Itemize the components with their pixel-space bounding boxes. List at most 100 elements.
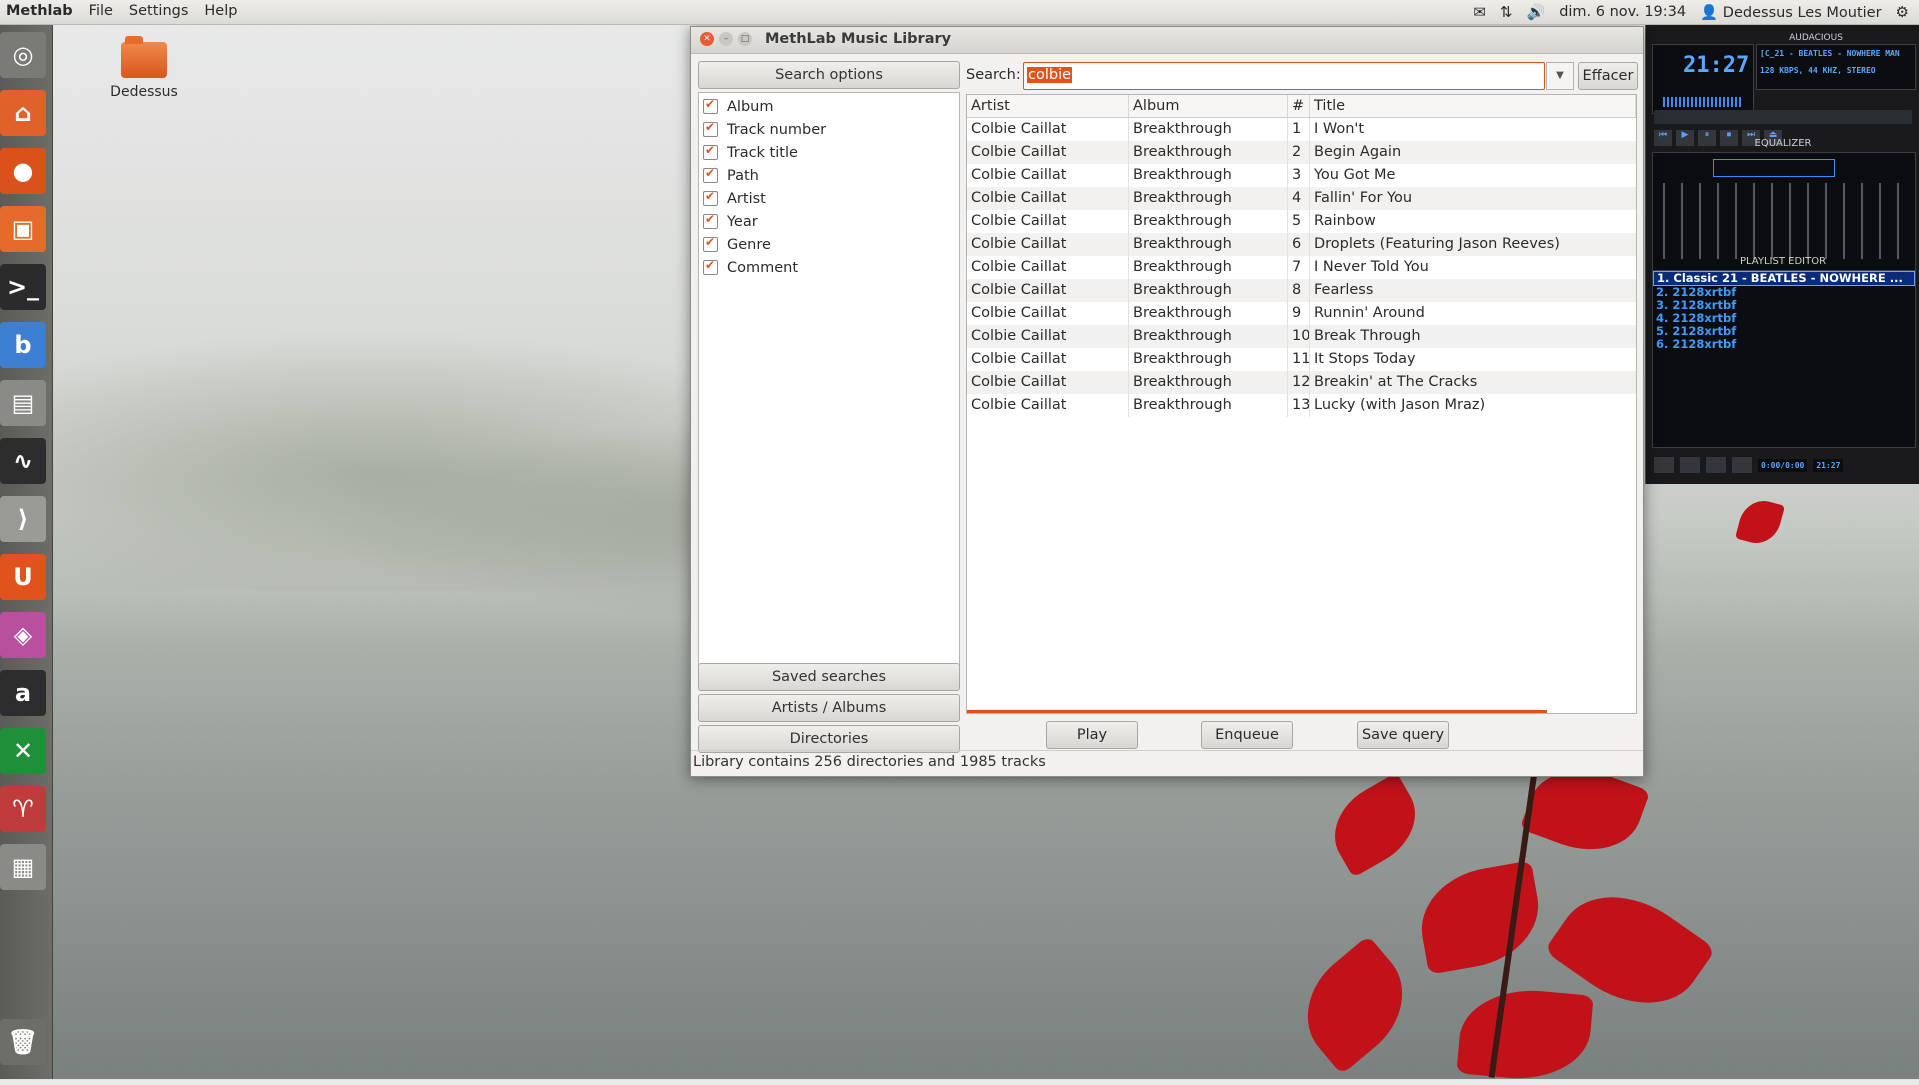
spreadsheet-icon[interactable]: ✕ (0, 728, 46, 774)
table-row[interactable]: Colbie Caillat Breakthrough 5 Rainbow (967, 210, 1636, 233)
user-menu[interactable]: 👤 Dedessus Les Moutier (1700, 4, 1881, 21)
search-input[interactable]: colbie (1023, 62, 1545, 90)
search-options-button[interactable]: Search options (698, 61, 960, 89)
search-option-label: Path (727, 167, 759, 184)
track-title: Break Through (1314, 328, 1421, 344)
firefox-icon[interactable]: ● (0, 148, 46, 194)
network-icon[interactable]: ⇅ (1500, 3, 1513, 21)
search-option[interactable]: Path (699, 164, 959, 187)
trash-icon[interactable]: 🗑 (0, 1019, 46, 1065)
equalizer-sliders[interactable] (1663, 183, 1903, 259)
playlist-item[interactable]: 6. 2128xrtbf (1653, 338, 1915, 351)
checkbox[interactable] (703, 189, 718, 206)
remote-desktop-icon[interactable]: ⟩ (0, 496, 46, 542)
track-title: Begin Again (1314, 144, 1402, 160)
save-query-button[interactable]: Save query (1357, 721, 1449, 749)
checkbox[interactable] (703, 235, 718, 252)
track-artist: Colbie Caillat (967, 164, 1129, 187)
amazon-icon[interactable]: a (0, 670, 46, 716)
table-row[interactable]: Colbie Caillat Breakthrough 6 Droplets (Fea… (967, 233, 1636, 256)
table-row[interactable]: Colbie Caillat Breakthrough 4 Fallin' For Y… (967, 187, 1636, 210)
home-folder-icon[interactable]: ⌂ (0, 90, 46, 136)
table-row[interactable]: Colbie Caillat Breakthrough 2 Begin Again (967, 141, 1636, 164)
table-row[interactable]: Colbie Caillat Breakthrough 10 Break Throug… (967, 325, 1636, 348)
column-header-album[interactable]: Album (1129, 95, 1288, 117)
checkbox[interactable] (703, 212, 718, 229)
dash-icon[interactable]: ◎ (0, 32, 46, 78)
maximize-icon[interactable]: □ (738, 32, 752, 46)
search-option[interactable]: Comment (699, 256, 959, 279)
menu-settings[interactable]: Settings (129, 3, 188, 19)
search-option-label: Track number (727, 121, 827, 138)
search-option[interactable]: Artist (699, 187, 959, 210)
mail-icon[interactable]: ✉ (1473, 3, 1486, 21)
search-option[interactable]: Track number (699, 118, 959, 141)
title-bar[interactable]: ✕ – □ MethLab Music Library (691, 27, 1643, 54)
search-option-label: Genre (727, 236, 771, 253)
search-input-value: colbie (1027, 67, 1073, 83)
menu-help[interactable]: Help (204, 3, 237, 19)
misc-options-icon[interactable] (1732, 457, 1752, 473)
checkbox[interactable] (703, 166, 718, 183)
playlist-item[interactable]: 1. Classic 21 - BEATLES - NOWHERE ... (1653, 271, 1915, 286)
status-bar: Library contains 256 directories and 198… (693, 754, 1046, 770)
table-row[interactable]: Colbie Caillat Breakthrough 1 I Won't (967, 118, 1636, 141)
track-number: 13 (1288, 394, 1310, 417)
clear-button[interactable]: Effacer (1578, 62, 1638, 90)
play-button[interactable]: Play (1046, 721, 1138, 749)
table-row[interactable]: Colbie Caillat Breakthrough 13 Lucky (with … (967, 394, 1636, 417)
volume-icon[interactable]: 🔊 (1527, 3, 1546, 21)
saved-searches-button[interactable]: Saved searches (698, 663, 960, 691)
desktop-folder[interactable]: Dedessus (104, 36, 184, 100)
software-center-icon[interactable]: ▣ (0, 206, 46, 252)
app-icon[interactable]: ◈ (0, 612, 46, 658)
workspace-switcher-icon[interactable]: ▦ (0, 844, 46, 890)
menu-file[interactable]: File (89, 3, 113, 19)
table-row[interactable]: Colbie Caillat Breakthrough 12 Breakin' at … (967, 371, 1636, 394)
stream-info: 128 KBPS, 44 KHZ, STEREO (1760, 66, 1876, 75)
checkbox[interactable] (703, 143, 718, 160)
artists-albums-button[interactable]: Artists / Albums (698, 694, 960, 722)
gear-icon[interactable]: ⚙ (1896, 3, 1909, 21)
table-row[interactable]: Colbie Caillat Breakthrough 7 I Never Told … (967, 256, 1636, 279)
document-viewer-icon[interactable]: ▤ (0, 380, 46, 426)
table-row[interactable]: Colbie Caillat Breakthrough 9 Runnin' Aroun… (967, 302, 1636, 325)
close-icon[interactable]: ✕ (700, 32, 714, 46)
remove-file-icon[interactable] (1680, 457, 1700, 473)
table-row[interactable]: Colbie Caillat Breakthrough 11 It Stops Tod… (967, 348, 1636, 371)
terminal-icon[interactable]: >_ (0, 264, 46, 310)
add-file-icon[interactable] (1654, 457, 1674, 473)
track-artist: Colbie Caillat (967, 371, 1129, 394)
track-album: Breakthrough (1129, 141, 1288, 164)
wine-icon[interactable]: ♈ (0, 786, 46, 832)
system-monitor-icon[interactable]: ∿ (0, 438, 46, 484)
checkbox[interactable] (703, 258, 718, 275)
search-options-pane: Search options Album Track number Track ti… (698, 61, 960, 666)
table-row[interactable]: Colbie Caillat Breakthrough 3 You Got Me (967, 164, 1636, 187)
select-all-icon[interactable] (1706, 457, 1726, 473)
track-title: It Stops Today (1314, 351, 1416, 367)
track-number: 12 (1288, 371, 1310, 394)
column-header-artist[interactable]: Artist (967, 95, 1129, 117)
clock[interactable]: dim. 6 nov. 19:34 (1559, 4, 1686, 20)
table-row[interactable]: Colbie Caillat Breakthrough 8 Fearless (967, 279, 1636, 302)
enqueue-button[interactable]: Enqueue (1201, 721, 1293, 749)
pane-switcher: Saved searches Artists / Albums Director… (698, 663, 960, 756)
banshee-icon[interactable]: b (0, 322, 46, 368)
equalizer-label: EQUALIZER (1754, 138, 1812, 149)
search-option[interactable]: Genre (699, 233, 959, 256)
ubuntu-one-icon[interactable]: U (0, 554, 46, 600)
track-number: 11 (1288, 348, 1310, 371)
chevron-down-icon[interactable]: ▼ (1546, 62, 1574, 90)
search-option[interactable]: Year (699, 210, 959, 233)
checkbox[interactable] (703, 97, 718, 114)
column-header-track-number[interactable]: # (1288, 95, 1310, 117)
column-header-title[interactable]: Title (1310, 95, 1636, 117)
table-header: Artist Album # Title (967, 95, 1636, 118)
search-option[interactable]: Track title (699, 141, 959, 164)
minimize-icon[interactable]: – (719, 32, 733, 46)
search-option[interactable]: Album (699, 95, 959, 118)
directories-button[interactable]: Directories (698, 725, 960, 753)
seek-bar[interactable] (1654, 110, 1912, 124)
checkbox[interactable] (703, 120, 718, 137)
